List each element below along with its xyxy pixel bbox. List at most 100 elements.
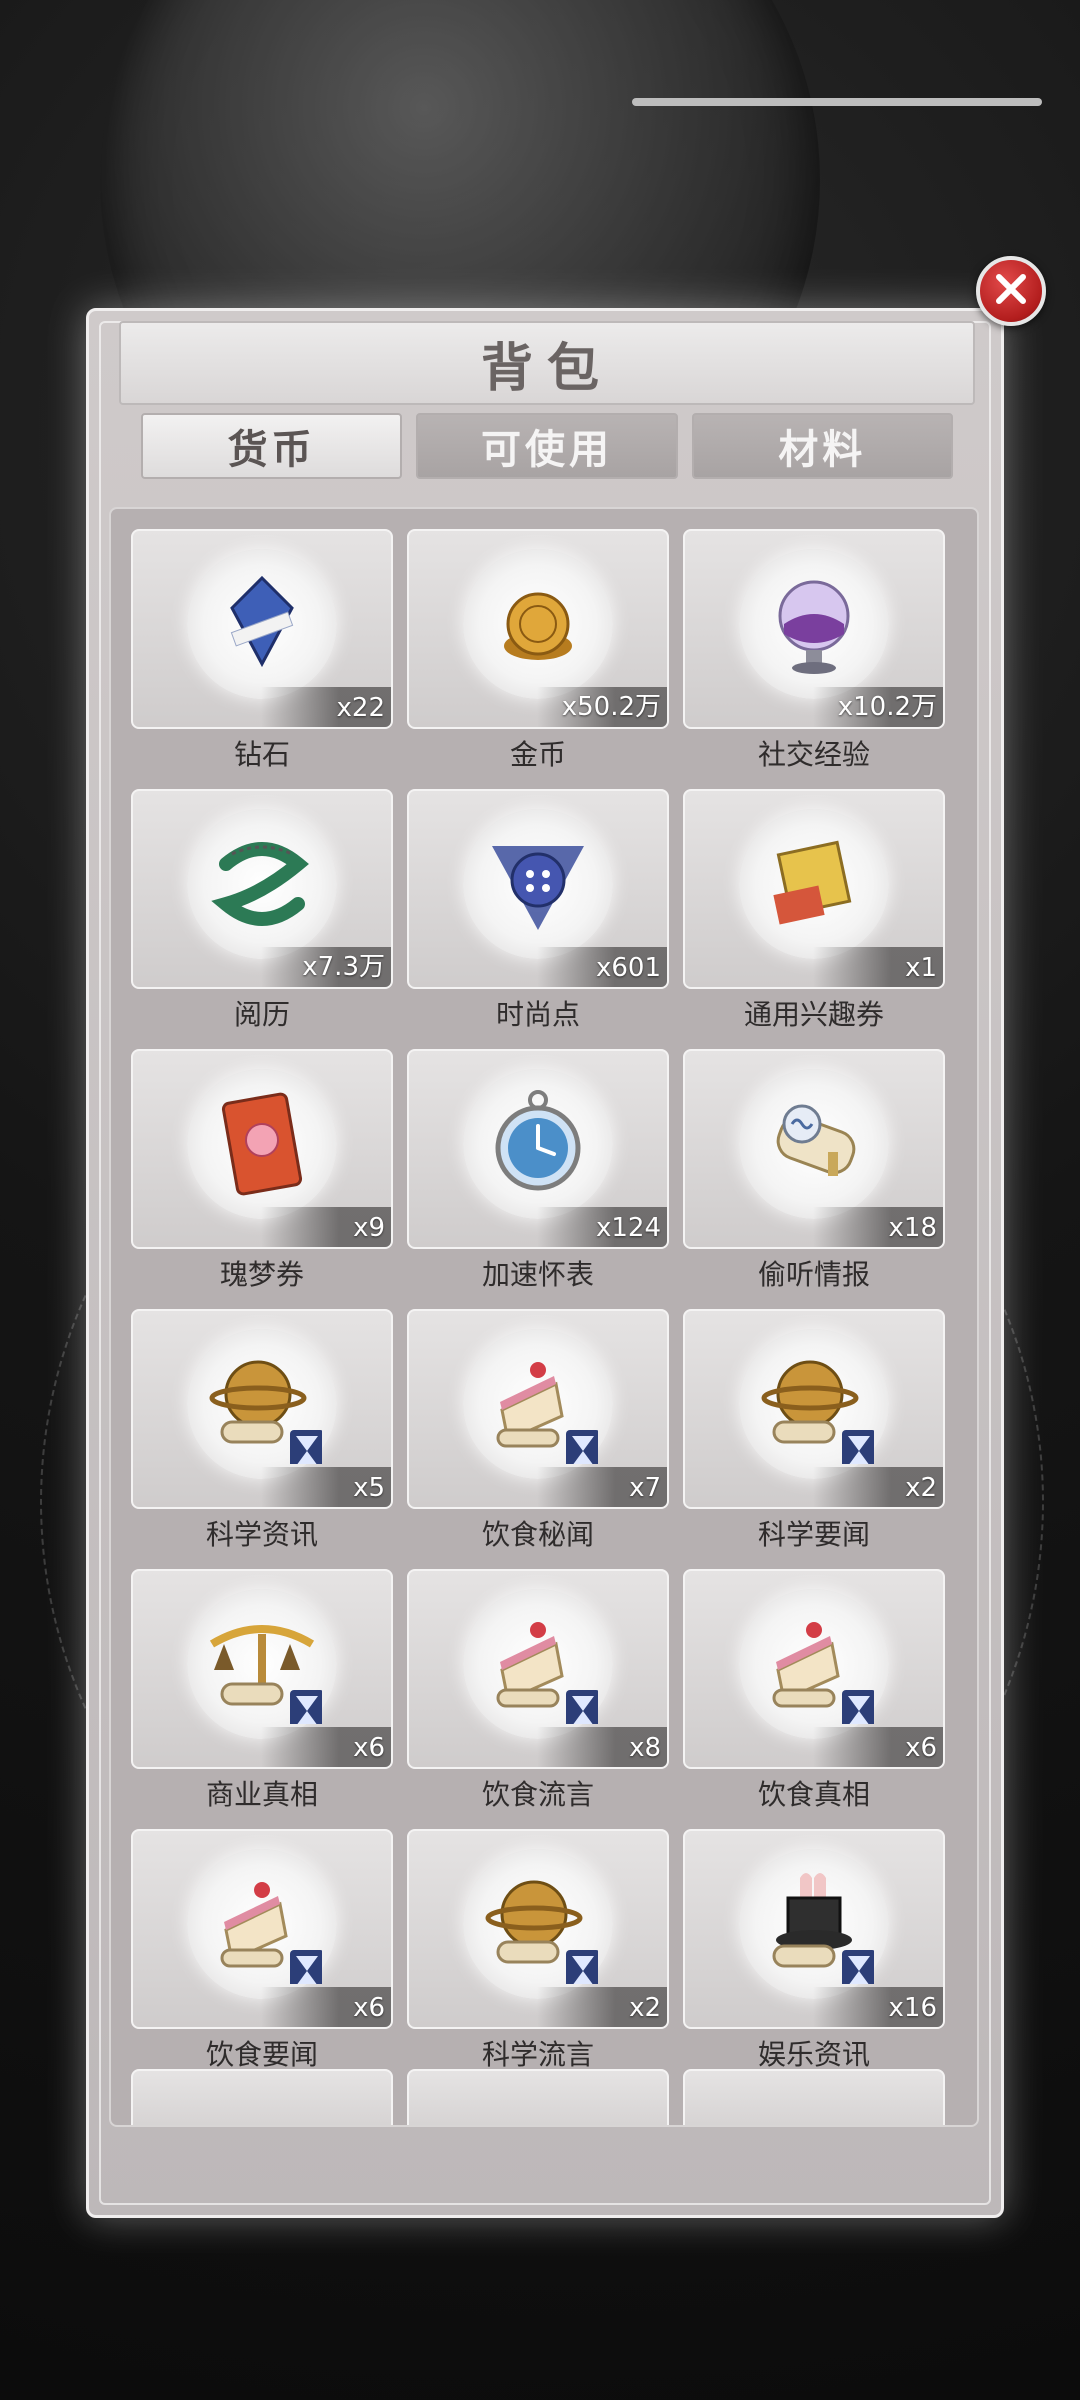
item-name: 阅历 [233,998,290,1031]
cake-hourglass-icon [202,1864,322,1984]
item-4[interactable]: x601 时尚点 [407,789,669,1031]
item-quantity: x7.3万 [302,952,385,982]
item-5[interactable]: x1 通用兴趣券 [683,789,945,1031]
item-name: 商业真相 [205,1778,318,1811]
item-name: 时尚点 [495,998,580,1031]
ticket-icon [754,824,874,944]
item-card[interactable]: x6 [131,1829,393,2029]
item-name: 饮食流言 [481,1778,594,1811]
item-icon-halo [739,1329,889,1479]
item-7[interactable]: x124 加速怀表 [407,1049,669,1291]
item-name: 瑰梦券 [219,1258,304,1291]
item-icon-halo [463,1589,613,1739]
item-card[interactable]: x50.2万 [407,529,669,729]
item-card[interactable]: x601 [407,789,669,989]
item-card[interactable]: x8 [407,1569,669,1769]
item-3[interactable]: x7.3万 阅历 [131,789,393,1031]
item-icon-halo [187,1069,337,1219]
item-9[interactable]: x5 科学资讯 [131,1309,393,1551]
item-icon-halo [187,1849,337,1999]
item-quantity: x22 [336,693,385,723]
item-quantity: x124 [595,1213,661,1243]
item-card[interactable]: x124 [407,1049,669,1249]
item-quantity: x50.2万 [561,692,661,722]
cake-hourglass-icon [754,1604,874,1724]
item-quantity: x16 [888,1993,937,2023]
item-icon-halo [463,809,613,959]
item-name: 科学流言 [481,2038,594,2071]
cake-hourglass-icon [478,1604,598,1724]
item-card[interactable]: x6 [131,1569,393,1769]
item-name: 加速怀表 [481,1258,594,1291]
item-icon-halo [739,809,889,959]
item-card[interactable]: x2 [683,1309,945,1509]
backpack-panel: 背包 货币 可使用 材料 x22 钻石 x50.2万 金币 x10.2万 社交经验 x7.3… [86,308,1004,2218]
item-12[interactable]: x6 商业真相 [131,1569,393,1811]
item-list[interactable]: x22 钻石 x50.2万 金币 x10.2万 社交经验 x7.3万 阅历 x601 时尚点 x1 通… [109,507,979,2127]
item-name: 娱乐资讯 [757,2038,870,2071]
item-icon-halo [187,1329,337,1479]
item-card[interactable]: x7.3万 [131,789,393,989]
item-name: 社交经验 [757,738,870,771]
item-card-partial[interactable] [131,2069,393,2125]
item-13[interactable]: x8 饮食流言 [407,1569,669,1811]
item-card[interactable]: x7 [407,1309,669,1509]
item-2[interactable]: x10.2万社交经验 [683,529,945,771]
item-quantity: x10.2万 [837,692,937,722]
item-icon-halo [187,809,337,959]
globe-hourglass-icon [754,1344,874,1464]
close-button[interactable] [976,256,1046,326]
item-icon-halo [463,1329,613,1479]
item-14[interactable]: x6 饮食真相 [683,1569,945,1811]
item-17[interactable]: x16 娱乐资讯 [683,1829,945,2071]
item-card[interactable]: x18 [683,1049,945,1249]
title-plate: 背包 [119,321,975,405]
item-name: 通用兴趣券 [743,998,884,1031]
tab-materials[interactable]: 材料 [691,413,953,479]
scroll-icon [754,1084,874,1204]
pocket-watch-icon [478,1084,598,1204]
item-name: 钻石 [233,738,290,771]
item-card[interactable]: x5 [131,1309,393,1509]
item-1[interactable]: x50.2万金币 [407,529,669,771]
item-card[interactable]: x1 [683,789,945,989]
item-quantity: x9 [353,1213,385,1243]
item-quantity: x6 [905,1733,937,1763]
item-icon-halo [463,1849,613,1999]
gold-coin-icon [478,564,598,684]
item-quantity: x5 [353,1473,385,1503]
tab-usable[interactable]: 可使用 [416,413,678,479]
diamond-icon [202,564,322,684]
item-name: 科学资讯 [205,1518,318,1551]
item-card-partial[interactable] [683,2069,945,2125]
item-card[interactable]: x22 [131,529,393,729]
item-15[interactable]: x6 饮食要闻 [131,1829,393,2071]
globe-hourglass-icon [202,1344,322,1464]
item-grid: x22 钻石 x50.2万 金币 x10.2万 社交经验 x7.3万 阅历 x601 时尚点 x1 通… [131,529,957,2071]
cake-hourglass-icon [478,1344,598,1464]
item-card-partial[interactable] [407,2069,669,2125]
rose-card-icon [202,1084,322,1204]
item-name: 金币 [509,738,566,771]
item-quantity: x1 [905,953,937,983]
item-name: 饮食真相 [757,1778,870,1811]
item-card[interactable]: x16 [683,1829,945,2029]
item-10[interactable]: x7 饮食秘闻 [407,1309,669,1551]
serpent-icon [202,824,322,944]
potion-globe-icon [754,564,874,684]
item-0[interactable]: x22 钻石 [131,529,393,771]
panel-title: 背包 [480,337,613,399]
item-11[interactable]: x2 科学要闻 [683,1309,945,1551]
item-6[interactable]: x9 瑰梦券 [131,1049,393,1291]
item-card[interactable]: x9 [131,1049,393,1249]
item-icon-halo [739,1849,889,1999]
item-card[interactable]: x6 [683,1569,945,1769]
tab-bar: 货币 可使用 材料 [141,413,953,479]
item-16[interactable]: x2 科学流言 [407,1829,669,2071]
tab-currency[interactable]: 货币 [141,413,403,479]
item-8[interactable]: x18 偷听情报 [683,1049,945,1291]
item-card[interactable]: x2 [407,1829,669,2029]
item-icon-halo [187,549,337,699]
item-name: 偷听情报 [757,1258,870,1291]
item-card[interactable]: x10.2万 [683,529,945,729]
